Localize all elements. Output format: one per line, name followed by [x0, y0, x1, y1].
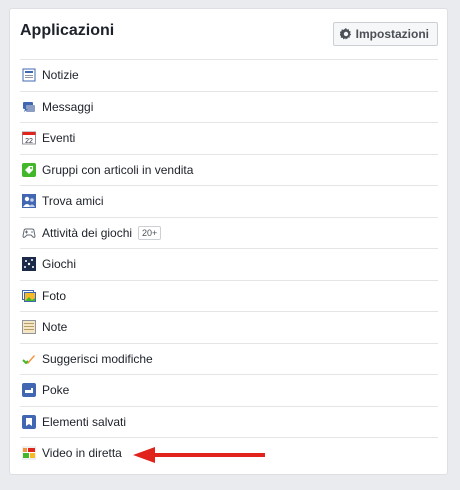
applications-list: Notizie Messaggi 22 Eventi Gruppi con ar… [20, 59, 438, 469]
red-arrow-annotation [133, 447, 265, 463]
list-item-note[interactable]: Note [20, 311, 438, 343]
note-icon [22, 320, 36, 335]
gamepad-icon [22, 226, 36, 240]
photo-icon [22, 289, 36, 303]
list-item-poke[interactable]: Poke [20, 374, 438, 406]
page-title: Applicazioni [20, 22, 115, 39]
settings-button[interactable]: Impostazioni [332, 22, 438, 46]
calendar-icon: 22 [22, 131, 36, 145]
list-item-elementi-salvati[interactable]: Elementi salvati [20, 405, 438, 438]
list-item-trova-amici[interactable]: Trova amici [20, 185, 438, 217]
live-video-icon [21, 446, 37, 460]
settings-label: Impostazioni [355, 27, 429, 41]
list-item-label: Attività dei giochi [42, 225, 133, 240]
list-item-label: Messaggi [42, 99, 94, 114]
applications-card: Applicazioni Impostazioni Notizie Messag… [9, 8, 448, 475]
list-item-label: Giochi [42, 257, 77, 272]
list-item-label: Eventi [42, 131, 76, 146]
bookmark-icon [22, 414, 36, 429]
find-friends-icon [22, 194, 36, 209]
list-item-giochi[interactable]: Giochi [20, 248, 438, 280]
list-item-label: Poke [42, 383, 70, 398]
count-badge: 20+ [138, 225, 162, 240]
sale-tag-icon [22, 162, 36, 177]
svg-text:22: 22 [25, 138, 33, 145]
card-header: Applicazioni Impostazioni [10, 9, 447, 59]
poke-icon [22, 383, 36, 398]
list-item-label: Foto [42, 288, 67, 303]
list-item-eventi[interactable]: 22 Eventi [20, 122, 438, 154]
list-item-label: Gruppi con articoli in vendita [42, 162, 194, 177]
list-item-suggerisci[interactable]: Suggerisci modifiche [20, 342, 438, 375]
list-item-label: Elementi salvati [42, 414, 127, 429]
list-item-messaggi[interactable]: Messaggi [20, 90, 438, 123]
checkmark-pencil-icon [22, 352, 36, 366]
list-item-label: Trova amici [42, 194, 104, 209]
list-item-label: Notizie [42, 68, 79, 83]
messages-icon [22, 100, 36, 114]
list-item-notizie[interactable]: Notizie [20, 59, 438, 91]
list-item-label: Suggerisci modifiche [42, 351, 153, 366]
news-feed-icon [22, 68, 36, 82]
list-item-attivita-giochi[interactable]: Attività dei giochi 20+ [20, 216, 438, 249]
list-item-foto[interactable]: Foto [20, 279, 438, 312]
games-icon [22, 257, 36, 272]
gear-icon [338, 28, 352, 40]
list-item-label: Note [42, 320, 68, 335]
list-item-label: Video in diretta [42, 446, 122, 461]
list-item-gruppi[interactable]: Gruppi con articoli in vendita [20, 153, 438, 186]
